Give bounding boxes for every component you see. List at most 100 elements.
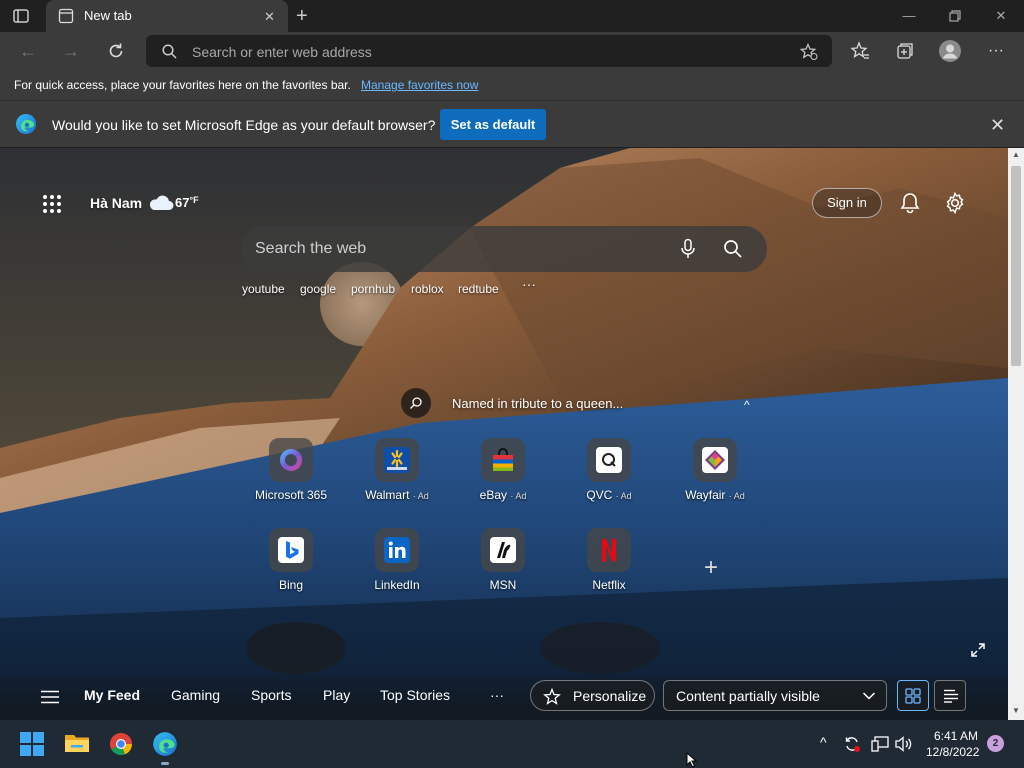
feed-menu-icon[interactable] — [41, 690, 59, 704]
notifications-bell-icon[interactable] — [900, 192, 920, 214]
tile-label: LinkedIn — [347, 578, 447, 592]
quick-link-linkedin[interactable]: LinkedIn — [347, 528, 447, 604]
window-close-icon[interactable]: ✕ — [993, 8, 1009, 24]
feed-tab-sports[interactable]: Sports — [251, 687, 291, 703]
page-scrollbar[interactable]: ▲ ▼ — [1008, 148, 1024, 720]
feed-tab-top-stories[interactable]: Top Stories — [380, 687, 450, 703]
tile-icon-background — [587, 438, 631, 482]
tile-label: Netflix — [559, 578, 659, 592]
web-search-input[interactable]: Search the web — [255, 240, 366, 258]
add-favorite-icon[interactable] — [800, 43, 818, 61]
sync-icon[interactable] — [843, 735, 861, 753]
personalize-button[interactable]: Personalize — [530, 680, 655, 711]
favorites-icon[interactable] — [850, 41, 870, 61]
new-tab-button[interactable]: + — [296, 5, 308, 28]
chrome-icon[interactable] — [109, 732, 133, 756]
feed-tab-play[interactable]: Play — [323, 687, 350, 703]
ad-label: · Ad — [728, 491, 745, 501]
image-caption[interactable]: Named in tribute to a queen... — [452, 396, 623, 411]
tab-new-tab[interactable]: New tab ✕ — [46, 0, 288, 32]
restore-icon[interactable] — [947, 8, 963, 24]
edge-taskbar-icon[interactable] — [152, 731, 178, 757]
scroll-up-icon[interactable]: ▲ — [1012, 150, 1020, 159]
personalize-label: Personalize — [573, 688, 647, 704]
caption-collapse-icon[interactable]: ^ — [744, 398, 750, 412]
quick-link-bing[interactable]: Bing — [241, 528, 341, 604]
volume-icon[interactable] — [895, 736, 913, 752]
more-options-icon[interactable]: ··· — [985, 41, 1007, 61]
scrollbar-thumb[interactable] — [1011, 166, 1021, 366]
scroll-down-icon[interactable]: ▼ — [1012, 706, 1020, 715]
quick-link-microsoft-365[interactable]: Microsoft 365 — [241, 438, 341, 514]
settings-gear-icon[interactable] — [944, 192, 966, 214]
quick-link-msn[interactable]: MSN — [453, 528, 553, 604]
ebay-bag-icon — [493, 448, 513, 471]
quick-link-ebay[interactable]: eBay · Ad — [453, 438, 553, 514]
microsoft-365-icon — [280, 449, 303, 471]
tile-label-text: Microsoft 365 — [254, 488, 328, 502]
edge-logo-icon — [16, 114, 36, 134]
notification-count-badge[interactable]: 2 — [987, 735, 1004, 752]
network-icon[interactable] — [871, 736, 889, 752]
address-bar[interactable]: Search or enter web address — [146, 35, 832, 67]
list-layout-button[interactable] — [934, 680, 966, 711]
tile-label-text: Bing — [278, 578, 304, 592]
feed-tab-my-feed[interactable]: My Feed — [84, 687, 140, 703]
search-suggestion[interactable]: google — [300, 282, 336, 296]
walmart-icon — [384, 447, 410, 473]
refresh-icon[interactable] — [106, 41, 126, 61]
feed-more-icon[interactable]: ··· — [490, 687, 504, 703]
search-suggestion[interactable]: roblox — [411, 282, 444, 296]
image-info-button[interactable] — [401, 388, 431, 418]
set-as-default-button[interactable]: Set as default — [440, 109, 546, 140]
search-suggestion[interactable]: redtube — [458, 282, 499, 296]
content-visibility-dropdown[interactable]: Content partially visible — [663, 680, 887, 711]
quick-link-wayfair[interactable]: Wayfair · Ad — [665, 438, 765, 514]
tile-label-text: eBay — [479, 488, 507, 502]
profile-avatar[interactable] — [938, 39, 962, 63]
list-icon — [944, 689, 958, 703]
tile-label: Bing — [241, 578, 341, 592]
back-icon[interactable]: ← — [17, 41, 39, 61]
weather-temperature[interactable]: 67°F — [175, 195, 199, 210]
tile-icon-background — [481, 528, 525, 572]
file-explorer-icon[interactable] — [64, 732, 90, 754]
favorites-bar-message: For quick access, place your favorites h… — [14, 78, 351, 92]
web-search-box[interactable]: Search the web — [241, 226, 767, 272]
tile-label: Walmart · Ad — [347, 488, 447, 502]
tile-label-text: Wayfair — [685, 488, 726, 502]
quick-link-netflix[interactable]: Netflix — [559, 528, 659, 604]
grid-layout-button[interactable] — [897, 680, 929, 711]
cloud-icon — [149, 195, 174, 210]
mouse-cursor-icon — [686, 752, 698, 768]
microphone-icon[interactable] — [680, 238, 696, 260]
ad-label: · Ad — [510, 491, 527, 501]
collections-icon[interactable] — [895, 41, 915, 61]
tab-title: New tab — [84, 8, 132, 23]
clock-date[interactable]: 12/8/2022 — [926, 745, 979, 759]
add-shortcut-button[interactable]: + — [704, 554, 718, 582]
infobar-close-icon[interactable]: ✕ — [990, 115, 1005, 136]
forward-icon[interactable]: → — [60, 41, 82, 61]
weather-location[interactable]: Hà Nam — [90, 195, 142, 211]
windows-start-icon[interactable] — [20, 732, 44, 756]
tab-close-icon[interactable]: ✕ — [264, 9, 275, 25]
apps-launcher-icon[interactable] — [42, 194, 62, 214]
expand-icon[interactable] — [970, 642, 986, 658]
search-submit-icon[interactable] — [723, 239, 743, 259]
magnifier-icon — [410, 397, 422, 409]
quick-link-walmart[interactable]: Walmart · Ad — [347, 438, 447, 514]
manage-favorites-link[interactable]: Manage favorites now — [361, 78, 478, 92]
search-suggestion[interactable]: pornhub — [351, 282, 395, 296]
show-hidden-icons-chevron[interactable]: ^ — [820, 734, 827, 750]
quick-link-qvc[interactable]: QVC · Ad — [559, 438, 659, 514]
more-suggestions-icon[interactable]: ··· — [522, 276, 536, 292]
clock-time[interactable]: 6:41 AM — [934, 729, 978, 743]
wayfair-icon — [702, 447, 728, 473]
feed-tab-gaming[interactable]: Gaming — [171, 687, 220, 703]
minimize-icon[interactable]: — — [901, 8, 917, 24]
search-suggestion[interactable]: youtube — [242, 282, 285, 296]
tab-actions-icon[interactable] — [12, 7, 30, 25]
address-input[interactable]: Search or enter web address — [192, 44, 372, 60]
sign-in-button[interactable]: Sign in — [812, 188, 882, 218]
